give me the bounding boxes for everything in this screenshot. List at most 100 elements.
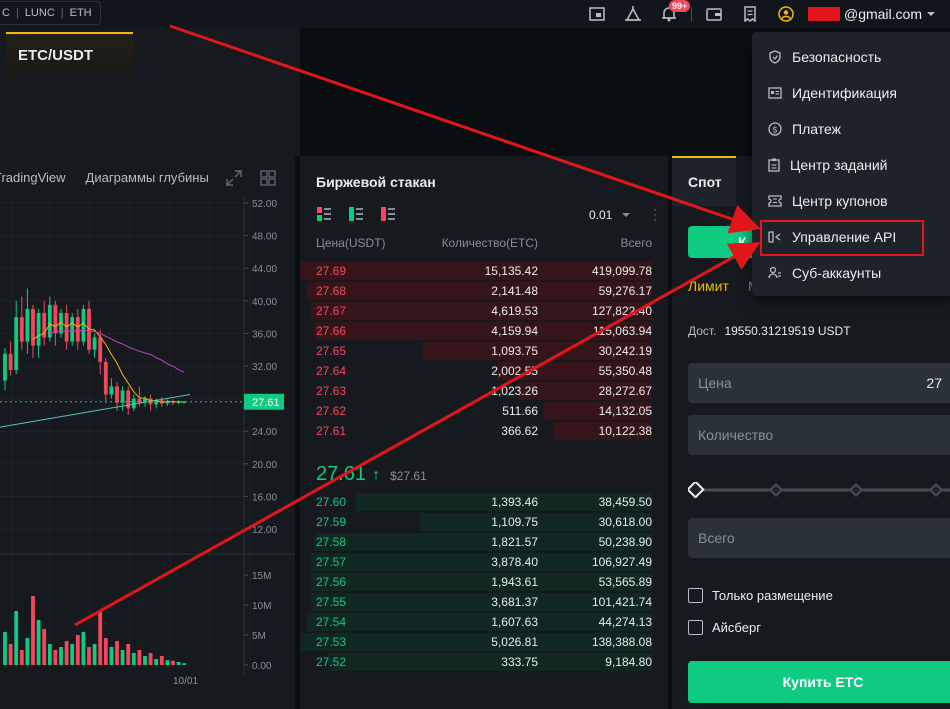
cell-price: 27.62 xyxy=(316,404,347,418)
bids-list: 27.60 1,393.46 38,459.50 27.59 1,109.75 30,61… xyxy=(300,492,668,672)
cell-qty: 1,093.75 xyxy=(491,344,538,358)
total-field[interactable]: Всего xyxy=(688,518,950,558)
buy-tab[interactable]: К xyxy=(688,226,758,258)
bids-only-icon[interactable] xyxy=(348,206,364,222)
bid-row[interactable]: 27.59 1,109.75 30,618.00 xyxy=(300,512,668,532)
more-icon[interactable]: ⋮ xyxy=(648,206,662,223)
cell-total: 55,350.48 xyxy=(598,364,652,378)
cell-qty: 4,159.94 xyxy=(491,324,538,338)
menu-item-payment[interactable]: $ Платеж xyxy=(752,111,950,147)
header-total: Всего xyxy=(620,236,652,250)
cell-qty: 511.66 xyxy=(502,404,538,418)
quantity-field[interactable]: Количество xyxy=(688,415,950,455)
asks-only-icon[interactable] xyxy=(380,206,396,222)
candle-body xyxy=(103,361,108,395)
ticker-item[interactable]: ETH xyxy=(70,7,92,19)
both-sides-icon[interactable] xyxy=(316,206,332,222)
receipt-icon[interactable] xyxy=(732,0,768,28)
tab-depth-chart[interactable]: Диаграммы глубины xyxy=(86,170,209,185)
cell-total: 127,822.40 xyxy=(591,304,652,318)
tab-spot[interactable]: Спот xyxy=(672,156,736,206)
post-only-checkbox[interactable]: Только размещение xyxy=(688,588,833,603)
buy-etc-button[interactable]: Купить ETC xyxy=(688,661,950,703)
cell-price: 27.54 xyxy=(316,615,347,629)
bid-row[interactable]: 27.53 5,026.81 138,388.08 xyxy=(300,632,668,652)
volume-bar xyxy=(154,659,159,665)
ask-row[interactable]: 27.61 366.62 10,122.38 xyxy=(300,421,668,441)
account-email[interactable]: @gmail.com xyxy=(804,6,950,22)
candle-body xyxy=(14,317,19,371)
bell-icon[interactable]: 99+ xyxy=(651,0,691,28)
order-book-title: Биржевой стакан xyxy=(316,174,436,190)
bid-row[interactable]: 27.57 3,878.40 106,927.49 xyxy=(300,552,668,572)
date-label: 10/01 xyxy=(173,676,198,687)
precision-value: 0.01 xyxy=(589,208,613,222)
ticker-item[interactable]: LUNC xyxy=(25,7,55,19)
coupon-icon xyxy=(768,195,782,207)
volume-bar xyxy=(120,650,125,665)
cell-qty: 1,023.26 xyxy=(491,384,538,398)
ask-row[interactable]: 27.67 4,619.53 127,822.40 xyxy=(300,301,668,321)
announcement-icon[interactable] xyxy=(615,0,651,28)
precision-select[interactable]: 0.01 xyxy=(589,208,631,222)
tab-limit[interactable]: Лимит xyxy=(688,278,729,294)
price-label: Цена xyxy=(698,375,732,391)
candle-body xyxy=(8,353,13,371)
checkbox-box[interactable] xyxy=(688,588,703,603)
cell-price: 27.63 xyxy=(316,384,347,398)
menu-item-sub-accounts[interactable]: Суб-аккаунты xyxy=(752,255,950,291)
volume-bar xyxy=(75,635,80,665)
chart-panel: TradingView Диаграммы глубины 52.00 48.00… xyxy=(0,156,295,709)
checkbox-box[interactable] xyxy=(688,620,703,635)
last-price-value: 27.61 xyxy=(316,463,367,485)
ask-row[interactable]: 27.68 2,141.48 59,276.17 xyxy=(300,281,668,301)
iceberg-checkbox[interactable]: Айсберг xyxy=(688,620,761,635)
cell-qty: 366.62 xyxy=(501,424,538,438)
menu-item-label: Идентификация xyxy=(792,85,897,101)
ask-row[interactable]: 27.69 15,135.42 419,099.78 xyxy=(300,261,668,281)
volume-bar xyxy=(176,662,181,665)
chevron-down-icon xyxy=(927,12,935,16)
bid-row[interactable]: 27.52 333.75 9,184.80 xyxy=(300,652,668,672)
cell-qty: 3,681.37 xyxy=(491,595,538,609)
user-icon[interactable] xyxy=(768,0,804,28)
menu-item-label: Суб-аккаунты xyxy=(792,265,882,281)
orders-icon[interactable] xyxy=(579,0,615,28)
bid-row[interactable]: 27.60 1,393.46 38,459.50 xyxy=(300,492,668,512)
bid-row[interactable]: 27.55 3,681.37 101,421.74 xyxy=(300,592,668,612)
menu-item-task-center[interactable]: Центр заданий xyxy=(752,147,950,183)
caret-down-icon xyxy=(622,213,631,217)
pair-tab[interactable]: ETC/USDT xyxy=(6,32,133,76)
ask-row[interactable]: 27.63 1,023.26 28,272.67 xyxy=(300,381,668,401)
expand-icon[interactable] xyxy=(226,170,242,186)
amount-slider[interactable] xyxy=(688,482,950,498)
tab-tradingview[interactable]: TradingView xyxy=(0,170,66,185)
volume-bar xyxy=(64,641,69,665)
ask-row[interactable]: 27.62 511.66 14,132.05 xyxy=(300,401,668,421)
cell-total: 14,132.05 xyxy=(598,404,652,418)
wallet-icon[interactable] xyxy=(696,0,732,28)
notification-badge: 99+ xyxy=(668,0,691,12)
volume-bar xyxy=(59,647,63,665)
layout-grid-icon[interactable] xyxy=(260,170,276,186)
id-card-icon xyxy=(768,87,782,99)
ask-row[interactable]: 27.66 4,159.94 115,063.94 xyxy=(300,321,668,341)
order-book: Биржевой стакан 0.01 ⋮ Цена(USDT) Количе… xyxy=(300,156,668,709)
price-field[interactable]: Цена 27 xyxy=(688,363,950,403)
bid-row[interactable]: 27.54 1,607.63 44,274.13 xyxy=(300,612,668,632)
menu-item-security[interactable]: Безопасность xyxy=(752,39,950,75)
bid-row[interactable]: 27.56 1,943.61 53,565.89 xyxy=(300,572,668,592)
menu-item-coupon-center[interactable]: Центр купонов xyxy=(752,183,950,219)
menu-item-identification[interactable]: Идентификация xyxy=(752,75,950,111)
ask-row[interactable]: 27.64 2,002.55 55,350.48 xyxy=(300,361,668,381)
bid-row[interactable]: 27.58 1,821.57 50,238.90 xyxy=(300,532,668,552)
volume-bar xyxy=(25,638,30,665)
ticker-item[interactable]: C xyxy=(2,7,10,19)
available-value: 19550.31219519 USDT xyxy=(724,324,851,338)
dollar-icon: $ xyxy=(768,122,782,136)
ask-row[interactable]: 27.65 1,093.75 30,242.19 xyxy=(300,341,668,361)
candlestick-chart[interactable]: 52.0048.0044.0040.0036.0032.0028.0024.00… xyxy=(0,196,295,709)
cell-qty: 1,943.61 xyxy=(491,575,538,589)
volume-bar xyxy=(70,644,75,665)
candle-body xyxy=(25,308,30,342)
